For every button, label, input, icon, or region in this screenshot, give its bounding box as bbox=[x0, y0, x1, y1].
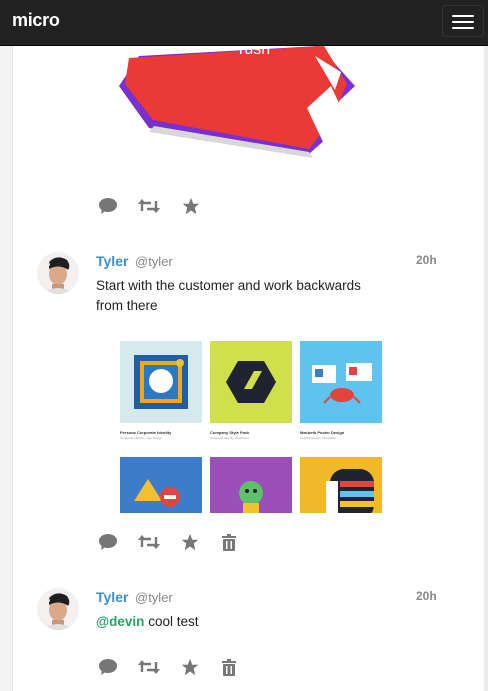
post-text-body: cool test bbox=[144, 614, 199, 629]
retweet-icon[interactable] bbox=[138, 196, 160, 216]
navbar: micro bbox=[0, 0, 488, 46]
star-icon[interactable] bbox=[179, 532, 201, 552]
post-image-gallery[interactable]: Persona Corporate Identity Corporate Ide… bbox=[120, 341, 382, 513]
author-name[interactable]: Tyler bbox=[96, 253, 128, 269]
comment-icon[interactable] bbox=[97, 196, 119, 216]
hamburger-icon bbox=[452, 15, 474, 17]
post-timestamp[interactable]: 20h bbox=[416, 589, 437, 603]
retweet-icon[interactable] bbox=[138, 532, 160, 552]
retweet-icon[interactable] bbox=[138, 657, 160, 677]
gallery-tile bbox=[300, 457, 382, 513]
comment-icon[interactable] bbox=[97, 657, 119, 677]
author-handle[interactable]: @tyler bbox=[135, 254, 173, 269]
post-timestamp[interactable]: 20h bbox=[416, 253, 437, 267]
gallery-tile bbox=[300, 341, 382, 423]
trash-icon[interactable] bbox=[218, 532, 240, 552]
trash-icon[interactable] bbox=[218, 657, 240, 677]
gallery-tile bbox=[120, 341, 202, 423]
gallery-subcaption: Corporate Identity, Logo Design bbox=[120, 436, 163, 440]
hero-box-text: rush bbox=[239, 46, 270, 58]
gallery-caption: Persona Corporate Identity bbox=[120, 430, 172, 435]
avatar[interactable] bbox=[37, 252, 79, 294]
hamburger-icon bbox=[452, 21, 474, 23]
gallery-caption: Macbeth Poster Design bbox=[300, 430, 345, 435]
mention-link[interactable]: @devin bbox=[96, 614, 144, 629]
author-handle[interactable]: @tyler bbox=[135, 590, 173, 605]
post-image-box[interactable]: rush bbox=[109, 46, 389, 164]
brand-logo[interactable]: micro bbox=[12, 10, 60, 31]
star-icon[interactable] bbox=[179, 657, 201, 677]
post-actions bbox=[97, 196, 217, 218]
gallery-subcaption: Corporate Identity, Illustration bbox=[210, 436, 249, 440]
gallery-subcaption: Graphic Design, Illustration bbox=[300, 436, 337, 440]
post-actions bbox=[97, 532, 257, 554]
post-text: @devin cool test bbox=[96, 612, 386, 632]
avatar[interactable] bbox=[37, 588, 79, 630]
gallery-tile bbox=[210, 457, 292, 513]
hamburger-icon bbox=[452, 27, 474, 29]
menu-toggle-button[interactable] bbox=[442, 5, 484, 37]
author-name[interactable]: Tyler bbox=[96, 589, 128, 605]
gallery-tile bbox=[120, 457, 202, 513]
scroll-edge bbox=[484, 46, 488, 691]
gallery-tile bbox=[210, 341, 292, 423]
post-text: Start with the customer and work backwar… bbox=[96, 278, 361, 313]
gallery-caption: Company Style Pack bbox=[210, 430, 250, 435]
star-icon[interactable] bbox=[180, 196, 202, 216]
post-actions bbox=[97, 657, 257, 679]
comment-icon[interactable] bbox=[97, 532, 119, 552]
timeline: rush Tyler @tyler 20h Start with the cus… bbox=[12, 46, 488, 691]
